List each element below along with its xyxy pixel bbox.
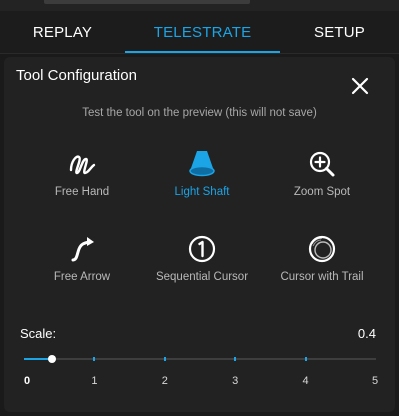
- panel-subtitle: Test the tool on the preview (this will …: [82, 107, 317, 119]
- slider-tick-label: 4: [302, 375, 309, 387]
- slider-tick-label: 2: [161, 375, 168, 387]
- tool-sequential-cursor[interactable]: Sequential Cursor: [137, 234, 267, 294]
- tool-zoom-spot-label: Zoom Spot: [293, 186, 351, 198]
- tab-telestrate[interactable]: TELESTRATE: [125, 11, 280, 53]
- tab-bar: REPLAY TELESTRATE SETUP: [0, 11, 399, 53]
- slider-tick: [93, 357, 96, 361]
- tool-sequential-cursor-label: Sequential Cursor: [155, 271, 249, 283]
- slider-tick: [163, 357, 166, 361]
- tool-free-arrow[interactable]: Free Arrow: [17, 234, 147, 294]
- light-shaft-icon: [189, 151, 215, 177]
- close-button[interactable]: [348, 74, 372, 98]
- slider-tick-label: 1: [91, 375, 98, 387]
- slider-track: [24, 358, 376, 360]
- slider-tick: [234, 357, 237, 361]
- slider-tick: [304, 357, 307, 361]
- tool-free-arrow-label: Free Arrow: [53, 271, 111, 283]
- slider-tick-label: 0: [23, 375, 31, 387]
- scale-value: 0.4: [357, 326, 376, 341]
- tool-cursor-with-trail-label: Cursor with Trail: [280, 271, 364, 283]
- free-arrow-icon: [71, 237, 94, 262]
- top-scroll-indicator: [44, 0, 250, 4]
- tab-divider: [0, 53, 399, 54]
- sequential-cursor-icon: [188, 235, 216, 263]
- close-icon: [351, 77, 369, 95]
- slider-tick-label: 5: [371, 375, 379, 387]
- slider-tick-label: 3: [232, 375, 239, 387]
- slider-thumb[interactable]: [48, 355, 57, 363]
- cursor-with-trail-icon: [308, 235, 336, 263]
- top-strip: [0, 0, 399, 11]
- scale-slider[interactable]: [24, 353, 376, 365]
- zoom-spot-icon: [309, 151, 335, 177]
- free-hand-icon: [69, 155, 96, 175]
- tab-replay[interactable]: REPLAY: [0, 11, 125, 53]
- tool-cursor-with-trail[interactable]: Cursor with Trail: [257, 234, 387, 294]
- app-window: REPLAY TELESTRATE SETUP Tool Configurati…: [0, 0, 399, 416]
- tool-free-hand-label: Free Hand: [54, 186, 110, 198]
- tool-light-shaft-label: Light Shaft: [174, 186, 230, 198]
- scale-label: Scale:: [20, 326, 57, 341]
- panel-title: Tool Configuration: [16, 67, 137, 84]
- tool-configuration-panel: Tool Configuration Test the tool on the …: [4, 57, 395, 412]
- tool-light-shaft[interactable]: Light Shaft: [137, 149, 267, 209]
- tool-free-hand[interactable]: Free Hand: [17, 149, 147, 209]
- tool-zoom-spot[interactable]: Zoom Spot: [257, 149, 387, 209]
- tab-setup[interactable]: SETUP: [280, 11, 399, 53]
